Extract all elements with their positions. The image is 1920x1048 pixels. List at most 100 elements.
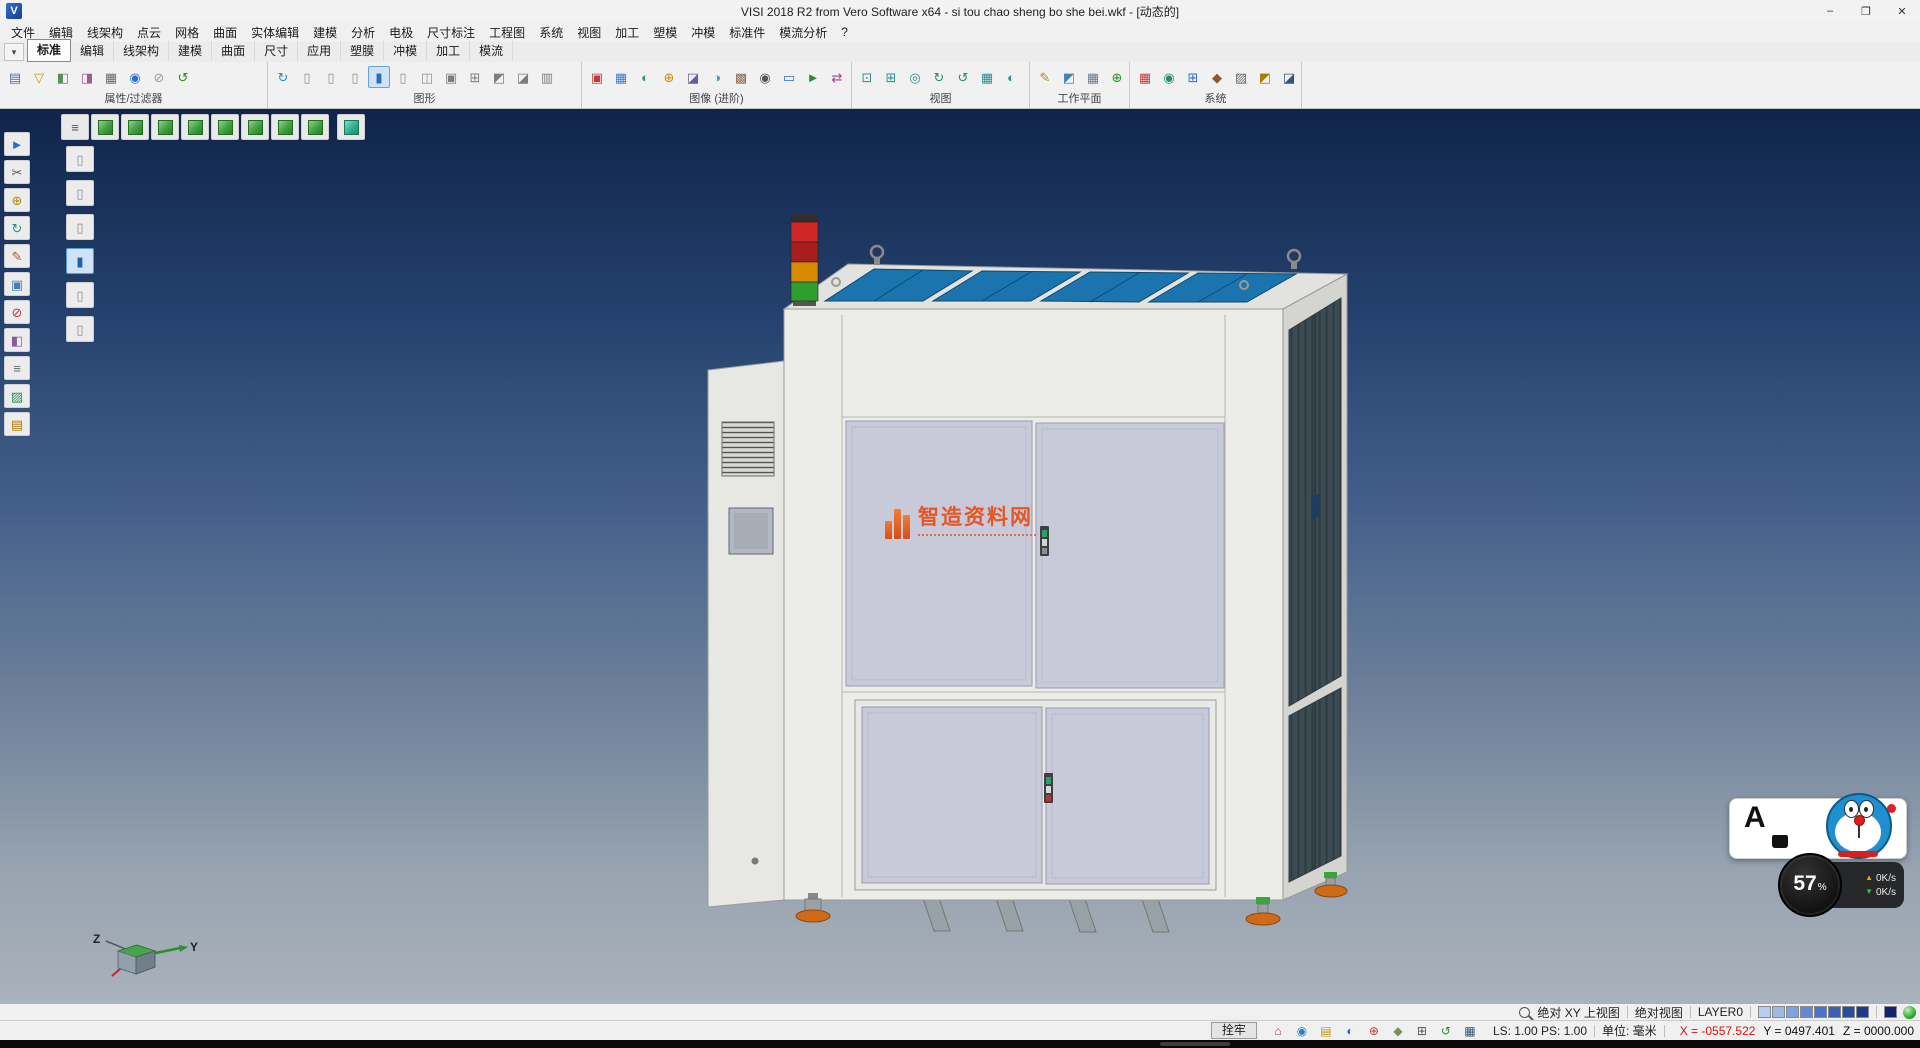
shaded-icon[interactable]: ▮ <box>368 66 390 88</box>
color-swatch[interactable] <box>1814 1006 1827 1018</box>
overlay-popup[interactable]: A <box>1729 798 1907 859</box>
grid-icon[interactable]: ⊞ <box>1411 1022 1433 1040</box>
color-filter-icon[interactable]: ◨ <box>76 66 98 88</box>
absolute-view-indicator[interactable]: 绝对视图 <box>1635 1004 1683 1021</box>
filter-icon[interactable]: ▽ <box>28 66 50 88</box>
color-swatch[interactable] <box>1842 1006 1855 1018</box>
erase-icon[interactable]: ⊘ <box>4 300 30 324</box>
workplane-sketch-icon[interactable]: ✎ <box>1034 66 1056 88</box>
profile-icon[interactable]: ◐ <box>1339 1022 1361 1040</box>
toolbar-tab[interactable]: 塑膜 <box>341 41 384 61</box>
search-icon[interactable] <box>1519 1007 1530 1018</box>
select-icon[interactable]: ► <box>4 132 30 156</box>
close-button[interactable]: ✕ <box>1884 0 1920 22</box>
maximize-button[interactable]: ❐ <box>1848 0 1884 22</box>
toolbar-tab[interactable]: 加工 <box>427 41 470 61</box>
toolbar-tab[interactable]: 模流 <box>470 41 513 61</box>
zoom-fit-icon[interactable]: ⊡ <box>856 66 878 88</box>
color-swatch[interactable] <box>1786 1006 1799 1018</box>
dynamic-rotate-icon[interactable]: ↻ <box>4 216 30 240</box>
menu-item[interactable]: ? <box>834 23 855 41</box>
taskbar-item[interactable] <box>1160 1042 1230 1046</box>
view-mode-indicator[interactable]: 绝对 XY 上视图 <box>1537 1004 1619 1021</box>
view-iso-icon[interactable] <box>91 114 119 140</box>
render-icon[interactable]: ▣ <box>586 66 608 88</box>
menu-item[interactable]: 系统 <box>532 22 570 43</box>
gallery-icon[interactable]: ▥ <box>536 66 558 88</box>
layer-tool-icon[interactable]: ▤ <box>4 412 30 436</box>
snap-icon[interactable]: ⊕ <box>1363 1022 1385 1040</box>
memory-gauge[interactable]: 57 % <box>1778 853 1842 917</box>
animation-icon[interactable]: ► <box>802 66 824 88</box>
toolbar-tab[interactable]: 线架构 <box>114 41 169 61</box>
shaded-edges-icon[interactable]: ▯ <box>392 66 414 88</box>
fill-color-icon[interactable]: ◧ <box>4 328 30 352</box>
macro-icon[interactable]: ◆ <box>1206 66 1228 88</box>
align-icon[interactable]: ≡ <box>4 356 30 380</box>
view-axon-icon[interactable] <box>301 114 329 140</box>
palette-icon[interactable]: ▦ <box>1134 66 1156 88</box>
clip-plane-5-icon[interactable]: ▯ <box>66 316 94 342</box>
rotate-view-icon[interactable]: ↻ <box>928 66 950 88</box>
3d-viewport[interactable] <box>0 108 1920 1003</box>
color-swatch[interactable] <box>1800 1006 1813 1018</box>
multi-view-icon[interactable]: ⊞ <box>464 66 486 88</box>
material-icon[interactable]: ◐ <box>634 66 656 88</box>
view-front-icon[interactable] <box>151 114 179 140</box>
sketch-icon[interactable]: ✎ <box>4 244 30 268</box>
toolbar-tab[interactable]: 冲模 <box>384 41 427 61</box>
hidden-line-icon[interactable]: ▯ <box>320 66 342 88</box>
box-display-icon[interactable]: ▣ <box>440 66 462 88</box>
current-color-swatch[interactable] <box>1884 1006 1897 1018</box>
refresh-icon[interactable]: ↺ <box>1435 1022 1457 1040</box>
toolbar-tab[interactable]: 应用 <box>298 41 341 61</box>
wireframe-icon[interactable]: ▯ <box>296 66 318 88</box>
clip-plane-3-icon[interactable]: ▯ <box>66 214 94 240</box>
background-icon[interactable]: ▩ <box>730 66 752 88</box>
minimize-button[interactable]: – <box>1812 0 1848 22</box>
layer-filter-icon[interactable]: ◧ <box>52 66 74 88</box>
menu-item[interactable]: 视图 <box>570 22 608 43</box>
taskbar-sliver[interactable] <box>0 1040 1920 1048</box>
trim-icon[interactable]: ✂ <box>4 160 30 184</box>
home-icon[interactable]: ⌂ <box>1267 1022 1289 1040</box>
menu-item[interactable]: 加工 <box>608 22 646 43</box>
views-icon[interactable]: ▦ <box>976 66 998 88</box>
view-dynamic-icon[interactable] <box>337 114 365 140</box>
workplane-align-icon[interactable]: ◩ <box>1058 66 1080 88</box>
menu-item[interactable]: 塑模 <box>646 22 684 43</box>
section-display-icon[interactable]: ◩ <box>488 66 510 88</box>
view-left-icon[interactable] <box>211 114 239 140</box>
toolbar-tab[interactable]: 尺寸 <box>255 41 298 61</box>
workplane-origin-icon[interactable]: ⊕ <box>1106 66 1128 88</box>
reflection-icon[interactable]: ◑ <box>706 66 728 88</box>
globe-icon[interactable]: ◉ <box>1158 66 1180 88</box>
helper-icon[interactable]: ◆ <box>1387 1022 1409 1040</box>
view-top-icon[interactable] <box>121 114 149 140</box>
web-icon[interactable]: ◉ <box>1291 1022 1313 1040</box>
viewport-icon[interactable]: ▦ <box>1459 1022 1481 1040</box>
lighting-icon[interactable]: ⊕ <box>658 66 680 88</box>
zoom-window-icon[interactable]: ⊞ <box>880 66 902 88</box>
clip-plane-4-icon[interactable]: ▯ <box>66 282 94 308</box>
view-bottom-icon[interactable] <box>271 114 299 140</box>
view-back-icon[interactable] <box>181 114 209 140</box>
element-filter-icon[interactable]: ▦ <box>100 66 122 88</box>
redraw-icon[interactable]: ◐ <box>1000 66 1022 88</box>
views-menu-icon[interactable]: ≡ <box>61 114 89 140</box>
toolbar-tab[interactable]: 编辑 <box>71 41 114 61</box>
toolbar-tab[interactable]: 标准 <box>27 39 71 62</box>
hatch-tool-icon[interactable]: ▨ <box>4 384 30 408</box>
color-swatch[interactable] <box>1772 1006 1785 1018</box>
color-swatch[interactable] <box>1758 1006 1771 1018</box>
capture-icon[interactable]: ▭ <box>778 66 800 88</box>
lock-filter-icon[interactable]: ⊘ <box>148 66 170 88</box>
refresh-graphics-icon[interactable]: ↻ <box>272 66 294 88</box>
toolbar-tab[interactable]: 建模 <box>169 41 212 61</box>
camera-icon[interactable]: ◉ <box>754 66 776 88</box>
compare-icon[interactable]: ⇄ <box>826 66 848 88</box>
dashed-hidden-icon[interactable]: ▯ <box>344 66 366 88</box>
shadow-icon[interactable]: ◪ <box>682 66 704 88</box>
clip-plane-2-icon[interactable]: ▯ <box>66 180 94 206</box>
folder-icon[interactable]: ▤ <box>1315 1022 1337 1040</box>
